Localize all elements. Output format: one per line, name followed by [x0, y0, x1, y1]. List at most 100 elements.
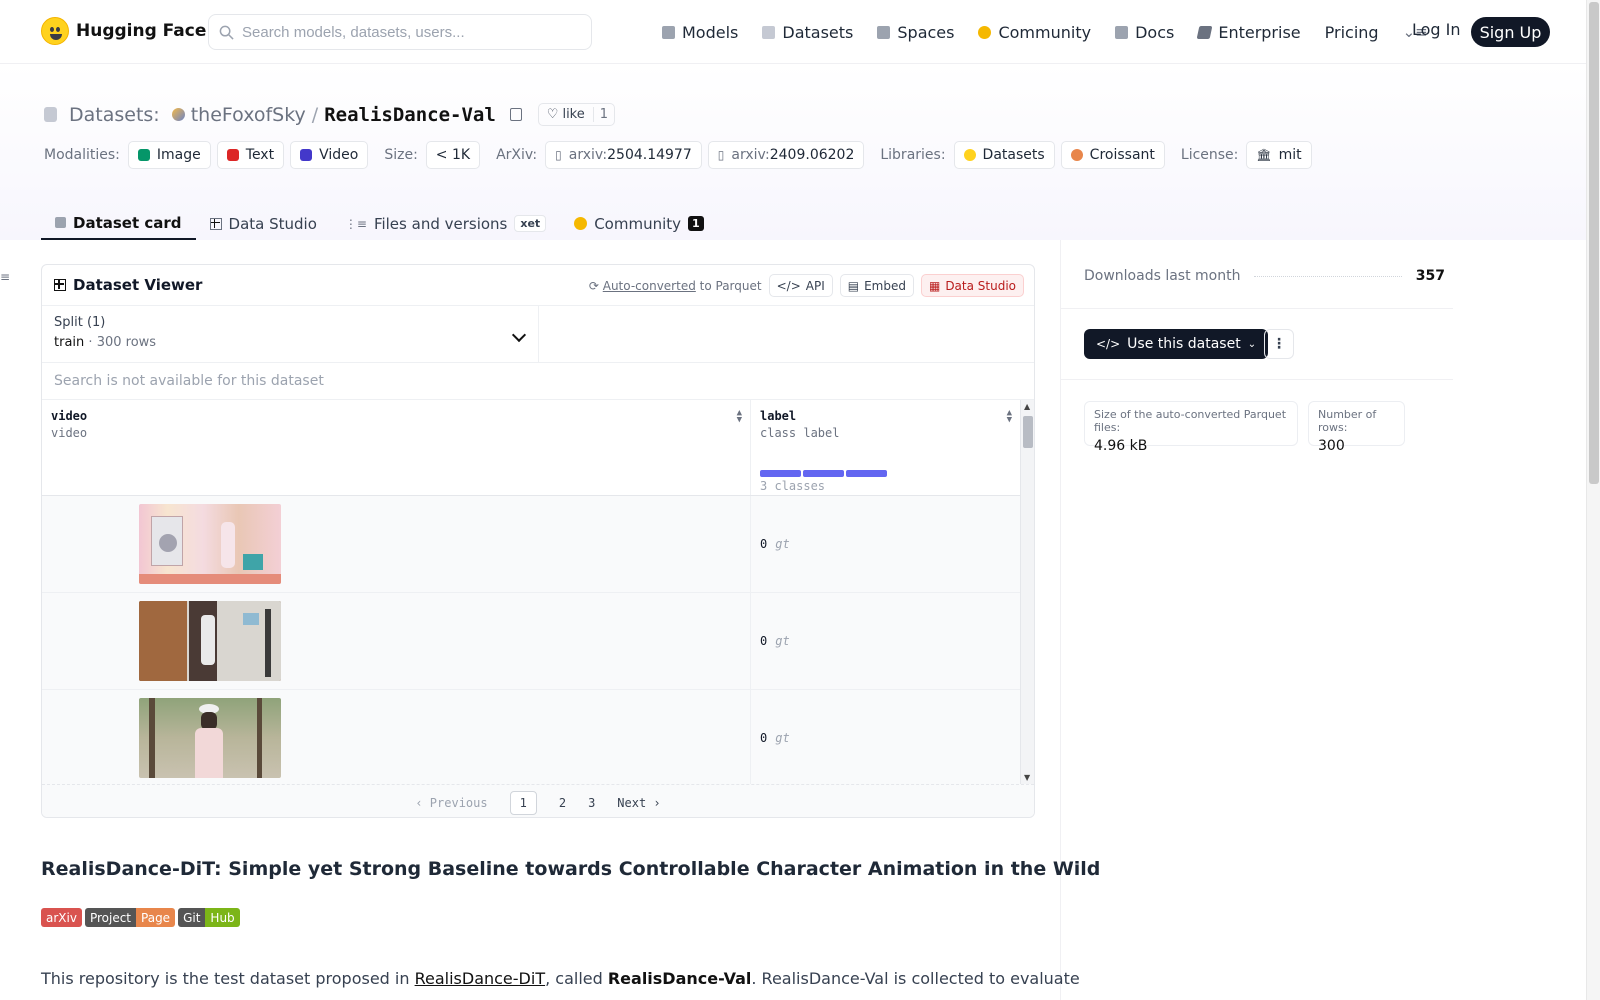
code-icon: </>	[1096, 337, 1121, 351]
modality-text[interactable]: Text	[216, 141, 285, 169]
nav-enterprise[interactable]: Enterprise	[1196, 23, 1301, 42]
column-label-name: label	[760, 409, 797, 423]
modality-image[interactable]: Image	[127, 141, 211, 169]
nav-community[interactable]: Community	[978, 23, 1091, 42]
brand-logo[interactable]: Hugging Face	[41, 17, 206, 45]
signup-button[interactable]: Sign Up	[1471, 17, 1550, 47]
tab-dataset-card-label: Dataset card	[73, 213, 182, 232]
copy-icon[interactable]	[509, 108, 522, 121]
tab-dataset-card[interactable]: Dataset card	[41, 199, 196, 240]
nav-spaces[interactable]: Spaces	[877, 23, 954, 42]
api-button[interactable]: </> API	[768, 274, 833, 297]
project-page-badge[interactable]: Project Page	[84, 908, 176, 927]
page-scrollbar-thumb[interactable]	[1589, 2, 1599, 484]
library-croissant[interactable]: Croissant	[1060, 141, 1165, 169]
tab-data-studio[interactable]: Data Studio	[196, 199, 331, 240]
split-rows: 300 rows	[96, 335, 157, 350]
arxiv-chip-2[interactable]: ▯ arxiv:2409.06202	[707, 141, 865, 169]
class-bar[interactable]	[760, 470, 801, 477]
chevron-down-icon: ⌄	[1247, 338, 1257, 350]
column-video-name: video	[51, 409, 88, 423]
page-scrollbar[interactable]	[1586, 0, 1600, 1000]
parquet-size-value: 4.96 kB	[1094, 438, 1148, 454]
page-3-button[interactable]: 3	[588, 796, 595, 810]
modality-video[interactable]: Video	[290, 141, 369, 169]
realisdance-dit-link[interactable]: RealisDance-DiT	[415, 969, 546, 988]
scroll-down-icon[interactable]: ▼	[1024, 773, 1030, 782]
nav-docs[interactable]: Docs	[1115, 23, 1174, 42]
sort-icon[interactable]: ▲ ▼	[737, 409, 742, 425]
downloads-label: Downloads last month	[1084, 268, 1241, 284]
split-selector[interactable]: Split (1) train · 300 rows	[42, 306, 539, 362]
table-row[interactable]: 0 gt	[42, 593, 1034, 690]
croissant-icon	[1070, 149, 1083, 161]
auto-converted-link[interactable]: ⟳ Auto-converted to Parquet	[589, 279, 762, 293]
repo-name[interactable]: RealisDance-Val	[324, 104, 496, 126]
column-video[interactable]: video video ▲ ▼	[42, 400, 751, 495]
next-page-button[interactable]: Next ›	[617, 796, 660, 810]
size-group: Size: < 1K	[384, 141, 486, 169]
github-badge[interactable]: Git Hub	[178, 908, 240, 927]
row-label-class: gt	[775, 634, 790, 648]
para-bold: RealisDance-Val	[607, 969, 752, 988]
library-datasets[interactable]: Datasets	[953, 141, 1055, 169]
scrollbar-thumb[interactable]	[1023, 416, 1033, 448]
tab-files-versions[interactable]: ⋮≡ Files and versions xet	[331, 199, 560, 240]
arxiv-badge[interactable]: arXiv	[41, 908, 82, 927]
license-chip[interactable]: 🏛 mit	[1246, 141, 1312, 169]
arxiv-id: 2504.14977	[607, 147, 692, 163]
data-studio-button[interactable]: ▦ Data Studio	[920, 274, 1024, 297]
enterprise-icon	[1196, 25, 1213, 39]
docs-icon	[1115, 25, 1129, 39]
row-label-value: 0	[760, 537, 768, 551]
owner-avatar[interactable]	[171, 108, 185, 121]
repo-type-label[interactable]: Datasets:	[69, 104, 160, 126]
page-1-button[interactable]: 1	[509, 790, 537, 815]
like-button[interactable]: ♡ like 1	[537, 103, 616, 126]
viewer-header: Dataset Viewer ⟳ Auto-converted to Parqu…	[42, 265, 1034, 306]
community-count-badge: 1	[688, 216, 704, 231]
xet-badge: xet	[514, 215, 547, 232]
nav-datasets[interactable]: Datasets	[762, 23, 853, 42]
table-row[interactable]: 0 gt	[42, 690, 1034, 784]
embed-button[interactable]: ▤ Embed	[839, 274, 914, 297]
libraries-group: Libraries: Datasets Croissant	[880, 141, 1171, 169]
nav-community-label: Community	[998, 22, 1092, 42]
use-dataset-button[interactable]: </> Use this dataset ⌄	[1084, 329, 1269, 359]
previous-page-button[interactable]: ‹ Previous	[415, 796, 487, 810]
table-red-icon: ▦	[928, 278, 941, 293]
nav-models[interactable]: Models	[662, 23, 738, 42]
datasets-library-icon	[963, 149, 976, 161]
arxiv-label: ArXiv:	[496, 147, 538, 163]
brand-name: Hugging Face	[76, 21, 207, 41]
scroll-up-icon[interactable]: ▲	[1024, 402, 1030, 411]
search-input[interactable]	[242, 23, 572, 41]
table-scrollbar[interactable]: ▲ ▼	[1020, 400, 1034, 784]
row-label-value: 0	[760, 634, 768, 648]
arxiv-chip-1[interactable]: ▯ arxiv:2504.14977	[545, 141, 702, 169]
login-button[interactable]: Log In	[1412, 20, 1461, 39]
page-2-button[interactable]: 2	[559, 796, 566, 810]
repo-owner[interactable]: theFoxofSky	[191, 104, 306, 126]
nav-pricing[interactable]: Pricing	[1325, 23, 1379, 42]
column-label[interactable]: label class label ▲ ▼ 3 classes	[751, 400, 1020, 495]
class-bar[interactable]	[846, 470, 887, 477]
size-chip[interactable]: < 1K	[425, 141, 481, 169]
video-icon	[300, 149, 313, 161]
more-options-button[interactable]: ⋮	[1264, 329, 1294, 359]
table-row[interactable]: 0 gt	[42, 496, 1034, 593]
video-thumbnail[interactable]	[139, 698, 281, 778]
video-thumbnail[interactable]	[139, 504, 281, 584]
pagination: ‹ Previous 1 2 3 Next ›	[42, 784, 1034, 817]
video-thumbnail[interactable]	[139, 601, 281, 681]
badge-row: arXiv Project Page Git Hub	[41, 908, 240, 927]
nav-menu: Models Datasets Spaces Community Docs En…	[662, 0, 1452, 64]
tab-community[interactable]: Community 1	[560, 199, 717, 240]
class-bar[interactable]	[803, 470, 844, 477]
size-value: < 1K	[435, 147, 471, 163]
modalities-group: Modalities: Image Text Video	[44, 141, 374, 169]
tab-data-studio-label: Data Studio	[228, 214, 317, 233]
sidebar-toggle-icon[interactable]: ≡	[0, 270, 10, 284]
sort-icon[interactable]: ▲ ▼	[1007, 409, 1012, 425]
downloads-row: Downloads last month 357	[1084, 268, 1445, 284]
